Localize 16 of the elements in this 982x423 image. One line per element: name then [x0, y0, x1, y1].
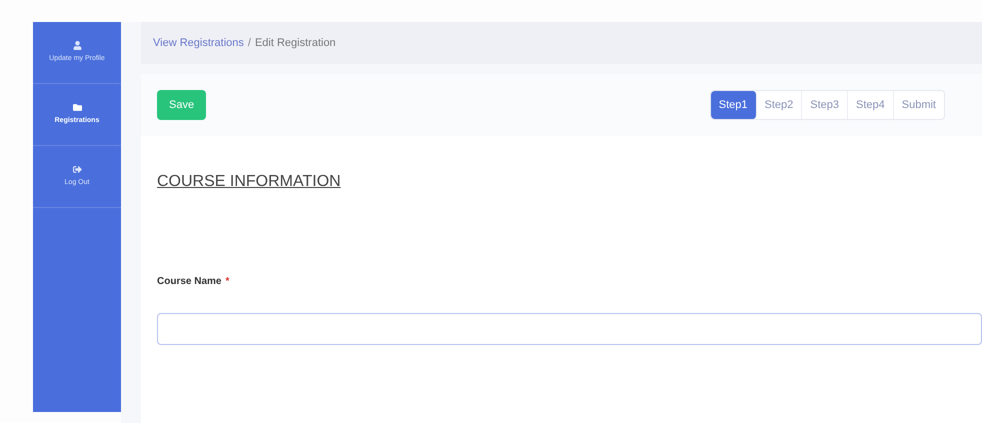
course-name-field[interactable] [157, 313, 982, 345]
section-title: COURSE INFORMATION [157, 172, 342, 192]
breadcrumb-link[interactable]: View Registrations [153, 34, 244, 52]
folder-icon [72, 102, 82, 112]
step-tab[interactable]: Step3 [802, 91, 848, 119]
breadcrumb-current: Edit Registration [254, 36, 336, 51]
user-icon [72, 40, 82, 50]
step-tab[interactable]: Step2 [756, 91, 802, 119]
step-tab[interactable]: Step4 [848, 91, 894, 119]
required-mark: * [225, 275, 230, 289]
logout-icon [72, 164, 82, 174]
step-tab[interactable]: Submit [894, 91, 944, 119]
field-label: Course Name [157, 275, 222, 289]
step-tab[interactable]: Step1 [710, 91, 756, 119]
save-button[interactable]: Save [157, 90, 206, 120]
breadcrumb-separator: / [248, 36, 251, 51]
